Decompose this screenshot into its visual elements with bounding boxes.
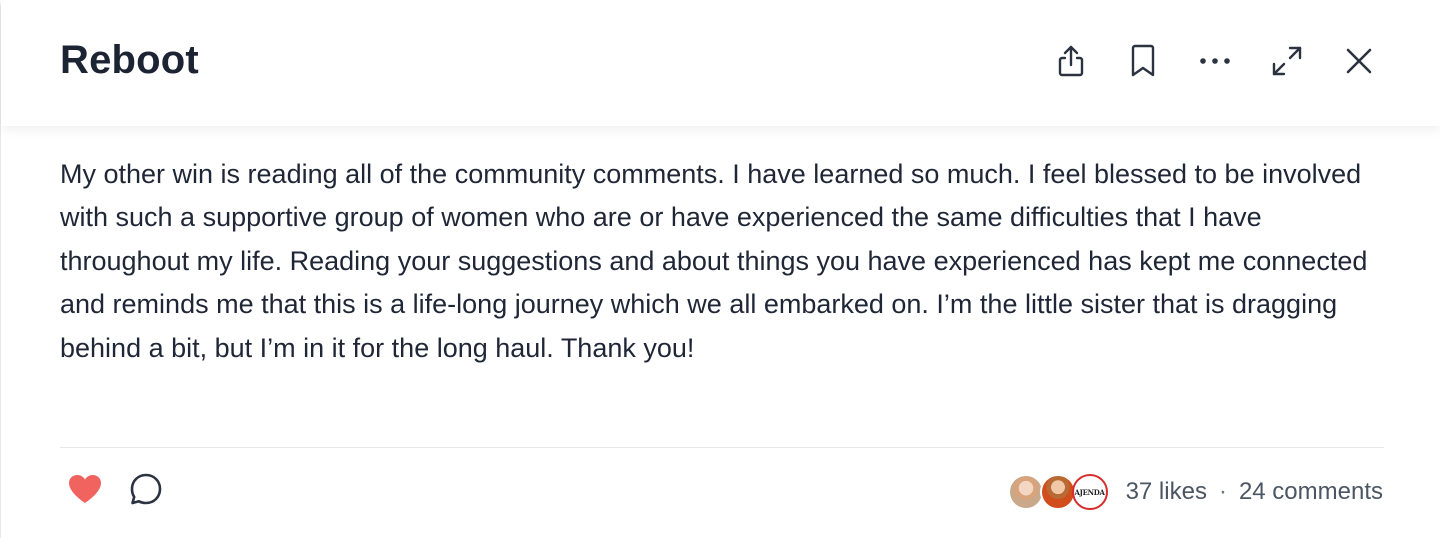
- like-button[interactable]: [67, 473, 103, 510]
- post-body-text: My other win is reading all of the commu…: [60, 159, 1368, 363]
- avatar: [1039, 474, 1076, 510]
- share-icon: [1058, 45, 1084, 77]
- bookmark-button[interactable]: [1125, 38, 1161, 84]
- comment-icon: [130, 473, 162, 505]
- comment-button[interactable]: [129, 472, 163, 511]
- close-icon: [1346, 48, 1372, 74]
- header-actions: [1053, 38, 1377, 84]
- modal-header: Reboot: [1, 0, 1440, 126]
- likes-count[interactable]: 37 likes: [1126, 478, 1207, 506]
- ellipsis-icon: [1200, 58, 1230, 64]
- expand-button[interactable]: [1269, 38, 1305, 84]
- liker-avatars[interactable]: AJENDA: [1007, 474, 1108, 510]
- reaction-actions: [67, 472, 163, 511]
- avatar-logo-text: AJENDA: [1074, 487, 1105, 497]
- avatar: AJENDA: [1071, 474, 1108, 510]
- heart-icon: [69, 475, 101, 503]
- more-options-button[interactable]: [1197, 38, 1233, 84]
- close-button[interactable]: [1341, 38, 1377, 84]
- comments-count[interactable]: 24 comments: [1239, 478, 1383, 506]
- engagement-summary: AJENDA 37 likes · 24 comments: [1007, 470, 1383, 514]
- stats-separator: ·: [1218, 478, 1227, 505]
- bookmark-icon: [1131, 44, 1155, 77]
- post-title: Reboot: [60, 38, 199, 82]
- post-modal: Reboot My other win is reading all of th…: [0, 0, 1440, 538]
- expand-icon: [1272, 46, 1302, 76]
- footer-divider: [60, 447, 1384, 448]
- avatar: [1007, 474, 1044, 510]
- share-button[interactable]: [1053, 38, 1089, 84]
